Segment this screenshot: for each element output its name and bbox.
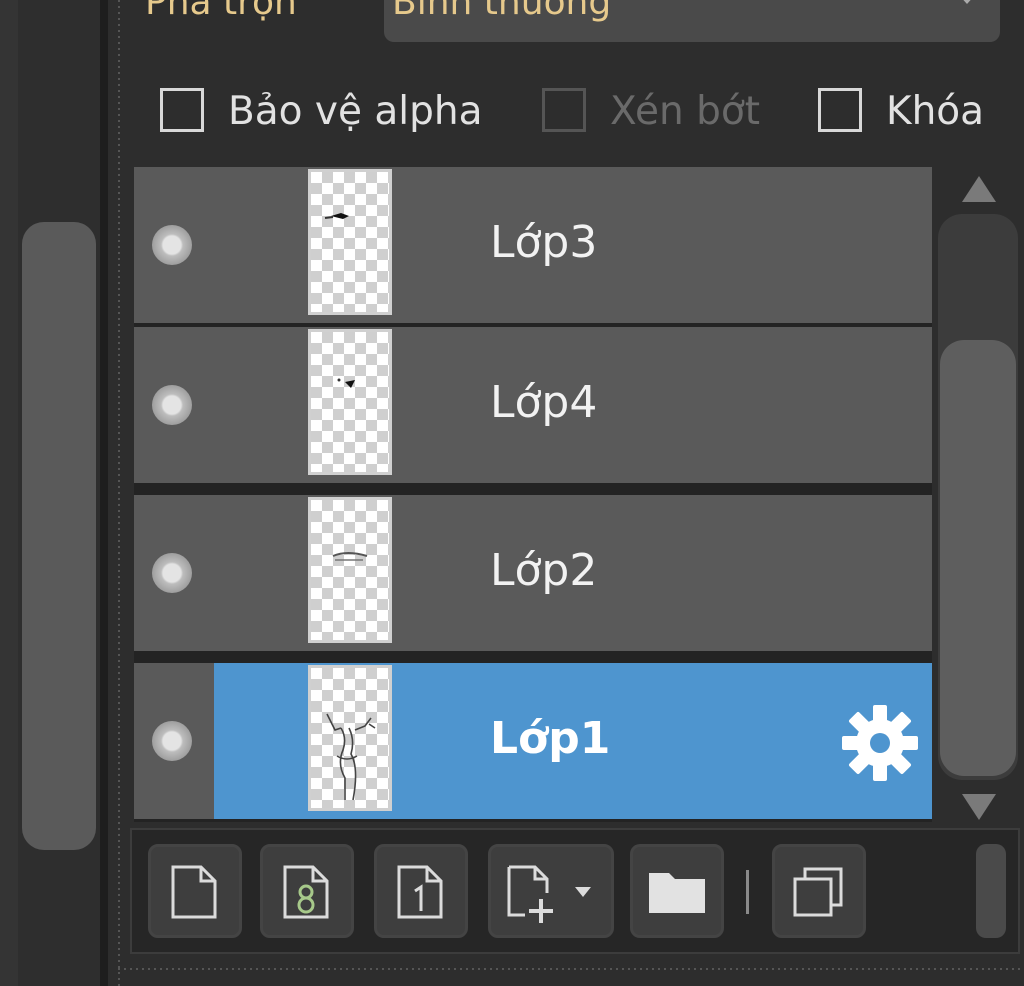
visibility-toggle-icon[interactable] [152,385,192,425]
panel-divider[interactable] [100,0,108,986]
new-8bit-layer-icon [283,865,329,919]
layer-name: Lớp4 [490,377,598,428]
layer-thumbnail [308,329,392,475]
duplicate-layer-button[interactable] [772,844,866,938]
outer-scrollbar-thumb[interactable] [22,222,96,850]
clipping-label: Xén bớt [610,89,760,134]
layer-name: Lớp3 [490,217,598,268]
chevron-down-icon [958,0,976,4]
visibility-toggle-icon[interactable] [152,225,192,265]
new-layer-icon [171,865,217,919]
layer-row[interactable]: Lớp2 [134,495,932,651]
layer-thumbnail [308,665,392,811]
protect-alpha-checkbox[interactable] [160,88,204,132]
layer-row-selected[interactable]: Lớp1 [134,663,932,819]
new-1bit-layer-button[interactable] [374,844,468,938]
panel-border-bottom [118,968,1024,970]
new-8bit-layer-button[interactable] [260,844,354,938]
layer-thumbnail [308,169,392,315]
toolbar-scrollbar[interactable] [976,844,1006,938]
layer-list[interactable]: Lớp3 Lớp4 Lớp2 Lớp1 [134,167,932,822]
layer-list-scrollbar-thumb[interactable] [940,340,1016,776]
new-folder-button[interactable] [630,844,724,938]
scroll-up-icon[interactable] [962,176,996,202]
protect-alpha-label: Bảo vệ alpha [228,89,483,134]
blend-mode-label: Pha trộn [145,0,297,23]
new-layer-button[interactable] [148,844,242,938]
visibility-toggle-icon[interactable] [152,721,192,761]
folder-icon [649,873,705,913]
layer-row[interactable]: Lớp4 [134,327,932,483]
layer-name: Lớp2 [490,545,598,596]
blend-mode-value: Bình thường [392,0,612,23]
layer-name: Lớp1 [490,713,611,764]
lock-label: Khóa [886,89,985,134]
gear-icon[interactable] [840,703,920,783]
duplicate-layer-icon [793,867,843,917]
new-1bit-layer-icon [397,865,443,919]
layer-row[interactable]: Lớp3 [134,167,932,323]
toolbar-separator [746,870,749,914]
add-layer-dropdown-button[interactable] [488,844,614,938]
scroll-down-icon[interactable] [962,794,996,820]
layer-thumbnail [308,497,392,643]
visibility-toggle-icon[interactable] [152,553,192,593]
add-layer-dropdown-icon [507,865,591,923]
lock-checkbox[interactable] [818,88,862,132]
clipping-checkbox[interactable] [542,88,586,132]
panel-border [118,0,120,986]
